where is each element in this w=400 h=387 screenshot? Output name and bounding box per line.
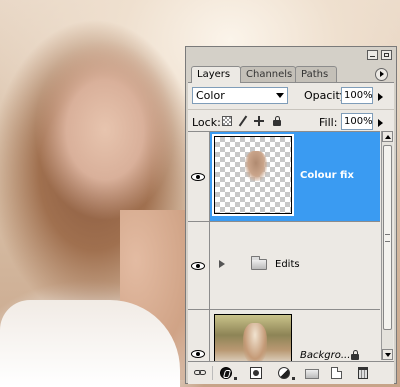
lock-transparency-icon[interactable] xyxy=(222,116,232,126)
layer-name[interactable]: Colour fix xyxy=(300,170,354,181)
trash-icon[interactable] xyxy=(358,367,368,379)
scroll-down-button[interactable] xyxy=(382,349,393,360)
palette-bottom-toolbar xyxy=(188,361,394,384)
expand-group-arrow-icon[interactable] xyxy=(219,260,225,268)
eye-icon xyxy=(191,262,205,270)
dropdown-caret-icon xyxy=(234,377,237,380)
layer-name[interactable]: Edits xyxy=(275,259,300,270)
visibility-toggle[interactable] xyxy=(188,132,210,221)
lock-position-icon[interactable] xyxy=(254,116,264,126)
fill-slider-arrow-icon[interactable] xyxy=(378,119,383,127)
layer-row-edits[interactable]: Edits xyxy=(188,222,380,310)
palette-body: Color Opacity: 100% Lock: Fill: 100% Col… xyxy=(188,82,394,384)
mask-icon[interactable] xyxy=(250,367,262,379)
lock-all-icon[interactable] xyxy=(272,116,282,126)
blend-mode-value: Color xyxy=(196,89,225,102)
layer-row-background[interactable]: Backgro... xyxy=(188,310,380,361)
tab-channels[interactable]: Channels xyxy=(240,66,296,82)
layer-thumbnail[interactable] xyxy=(212,134,294,216)
visibility-toggle[interactable] xyxy=(188,310,210,361)
palette-titlebar[interactable] xyxy=(186,47,396,63)
layers-list: Colour fix Edits Backgro... xyxy=(188,131,380,361)
link-layers-icon[interactable] xyxy=(194,367,206,379)
new-layer-icon[interactable] xyxy=(331,367,342,379)
opacity-slider-arrow-icon[interactable] xyxy=(378,93,383,101)
lock-row: Lock: Fill: 100% xyxy=(188,109,394,132)
eye-icon xyxy=(191,350,205,358)
layer-row-colour-fix[interactable]: Colour fix xyxy=(188,132,380,222)
scroll-up-button[interactable] xyxy=(382,131,393,142)
layer-name[interactable]: Backgro... xyxy=(300,350,350,361)
eye-icon xyxy=(191,173,205,181)
lock-label: Lock: xyxy=(192,116,221,129)
new-group-icon[interactable] xyxy=(305,369,319,379)
minimize-button[interactable] xyxy=(367,50,378,60)
fill-input[interactable]: 100% xyxy=(341,113,373,130)
close-button[interactable] xyxy=(381,50,392,60)
dropdown-caret-icon xyxy=(292,377,295,380)
layer-thumbnail[interactable] xyxy=(214,314,292,361)
layers-scrollbar[interactable] xyxy=(381,131,393,360)
dropdown-arrow-icon xyxy=(276,93,284,98)
layers-palette: Layers Channels Paths Color Opacity: 100… xyxy=(185,46,397,384)
adjustment-layer-icon[interactable] xyxy=(278,367,290,379)
toolbar-divider xyxy=(212,366,213,380)
folder-icon xyxy=(251,256,267,270)
layer-styles-icon[interactable] xyxy=(220,367,232,379)
tab-layers[interactable]: Layers xyxy=(191,66,241,83)
palette-tabs: Layers Channels Paths xyxy=(190,66,390,83)
tab-paths[interactable]: Paths xyxy=(295,66,337,82)
visibility-toggle[interactable] xyxy=(188,222,210,309)
lock-image-pixels-icon[interactable] xyxy=(238,116,248,126)
palette-menu-button[interactable] xyxy=(375,68,388,81)
blend-mode-select[interactable]: Color xyxy=(192,87,288,104)
scroll-thumb[interactable] xyxy=(383,145,392,330)
fill-label: Fill: xyxy=(319,116,338,129)
opacity-input[interactable]: 100% xyxy=(341,87,373,104)
layer-lock-icon xyxy=(351,350,359,360)
